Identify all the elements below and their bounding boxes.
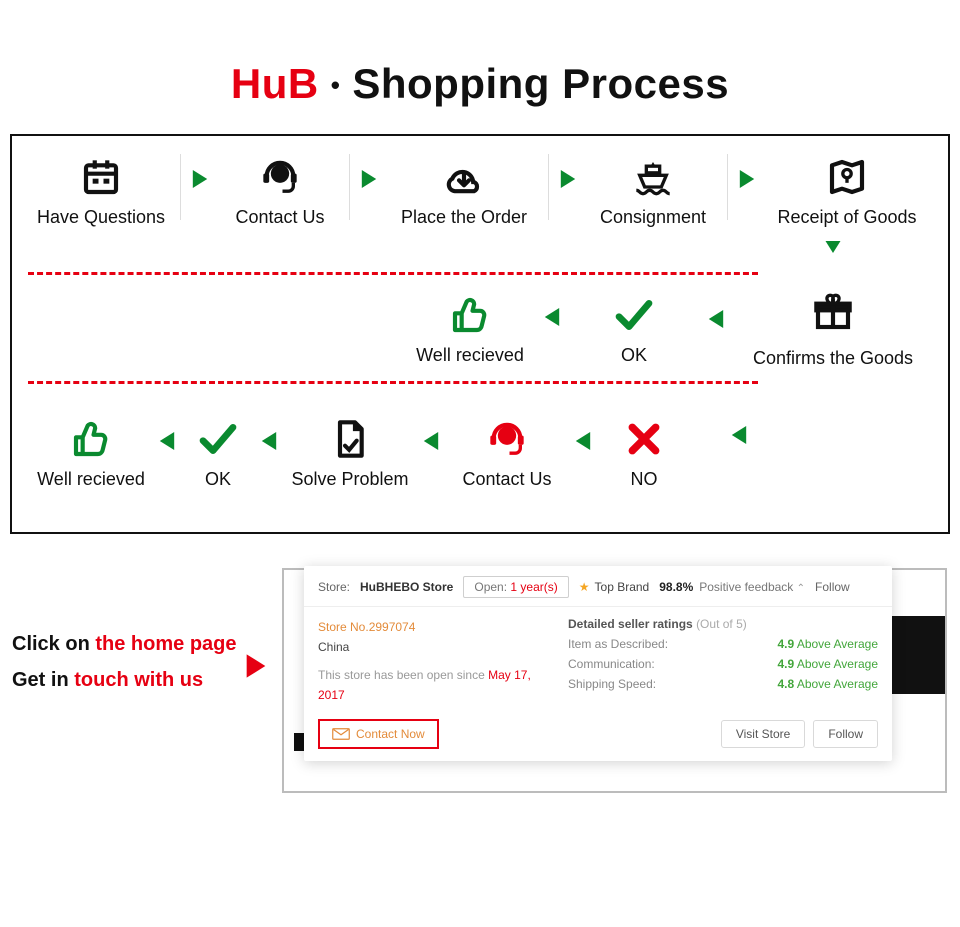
divider (548, 154, 549, 220)
step-confirms: Confirms the Goods (748, 292, 918, 369)
step-questions: Have Questions (26, 154, 176, 228)
step-label: NO (594, 468, 694, 490)
instr-2b: touch with us (74, 669, 203, 691)
top-brand-badge: ★Top Brand (579, 580, 649, 594)
arrow-left-icon (158, 430, 176, 452)
instr-1b: the home page (95, 633, 236, 655)
step-consignment: Consignment (583, 154, 723, 228)
step-order: Place the Order (384, 154, 544, 228)
thumbs-up-icon (450, 295, 490, 335)
step-label: Confirms the Goods (748, 348, 918, 369)
chevron-up-icon: ⌃ (797, 583, 805, 594)
dot-icon: • (319, 70, 353, 100)
store-info-left: Store No.2997074 China This store has be… (318, 617, 548, 705)
thumbs-up-icon (71, 419, 111, 459)
divider (349, 154, 350, 220)
arrow-down-icon (824, 236, 842, 258)
step-label: Contact Us (215, 206, 345, 228)
seller-ratings: Detailed seller ratings (Out of 5) Item … (568, 617, 878, 705)
store-header: Store: HuBHEBO Store Open: 1 year(s) ★To… (318, 576, 878, 598)
page: HuB•Shopping Process Have Questions (0, 0, 960, 927)
page-title: HuB•Shopping Process (0, 0, 960, 134)
mail-icon (332, 728, 350, 740)
process-box: Have Questions Contact Us Place the Orde… (10, 134, 950, 534)
map-pin-icon (827, 157, 867, 197)
cross-icon (624, 419, 664, 459)
brand: HuB (231, 60, 319, 107)
step-contact: Contact Us (215, 154, 345, 228)
follow-button[interactable]: Follow (813, 720, 878, 748)
store-number[interactable]: Store No.2997074 (318, 617, 548, 637)
title-rest: Shopping Process (352, 60, 729, 107)
visit-store-button[interactable]: Visit Store (721, 720, 805, 748)
cloud-download-icon (444, 157, 484, 197)
divider (180, 154, 181, 220)
rating-row: Communication:4.9 Above Average (568, 657, 878, 671)
arrow-right-icon (191, 168, 209, 190)
arrow-left-icon (543, 306, 561, 328)
follow-link[interactable]: Follow (815, 580, 850, 594)
step-contact: Contact Us (442, 416, 572, 490)
instr-1a: Click on (12, 633, 95, 655)
store-card: 心禛 Store: HuBHEBO Store Open: 1 year(s) … (282, 568, 947, 793)
arrow-left-icon (422, 430, 440, 452)
dashed-divider (28, 381, 758, 384)
process-row-3: Well recieved OK Solve Problem Contact U… (26, 416, 694, 490)
divider (304, 606, 892, 607)
process-row-2: Well recieved OK (400, 292, 728, 366)
step-no: NO (594, 416, 694, 490)
check-icon (614, 295, 654, 335)
arrow-left-icon (707, 308, 725, 330)
ratings-of: (Out of 5) (696, 617, 747, 631)
ship-icon (633, 157, 673, 197)
contact-now-button[interactable]: Contact Now (318, 719, 439, 749)
rating-row: Item as Described:4.9 Above Average (568, 637, 878, 651)
store-country: China (318, 637, 548, 657)
arrow-left-icon (730, 424, 748, 446)
gift-icon (813, 292, 853, 332)
store-opened: This store has been open since May 17, 2… (318, 665, 548, 705)
step-label: OK (178, 468, 258, 490)
ratings-title: Detailed seller ratings (568, 617, 693, 631)
step-ok: OK (178, 416, 258, 490)
step-receipt: Receipt of Goods (762, 154, 932, 228)
bottom-section: Click on the home page Get in touch with… (0, 568, 960, 808)
headset-icon (487, 419, 527, 459)
check-icon (198, 419, 238, 459)
step-label: Place the Order (384, 206, 544, 228)
arrow-right-icon (738, 168, 756, 190)
step-label: OK (564, 344, 704, 366)
divider (727, 154, 728, 220)
store-name[interactable]: HuBHEBO Store (360, 580, 453, 594)
rating-row: Shipping Speed:4.8 Above Average (568, 677, 878, 691)
step-label: Have Questions (26, 206, 176, 228)
step-label: Well recieved (26, 468, 156, 490)
open-pill: Open: 1 year(s) (463, 576, 568, 598)
arrow-right-icon (244, 652, 268, 680)
step-solve: Solve Problem (280, 416, 420, 490)
arrow-left-icon (574, 430, 592, 452)
calendar-icon (81, 157, 121, 197)
store-popover: Store: HuBHEBO Store Open: 1 year(s) ★To… (304, 566, 892, 761)
step-label: Receipt of Goods (762, 206, 932, 228)
headset-icon (260, 157, 300, 197)
arrow-right-icon (559, 168, 577, 190)
step-label: Consignment (583, 206, 723, 228)
arrow-left-icon (260, 430, 278, 452)
step-label: Solve Problem (280, 468, 420, 490)
store-label: Store: (318, 580, 350, 594)
step-well-received: Well recieved (26, 416, 156, 490)
step-label: Contact Us (442, 468, 572, 490)
arrow-right-icon (360, 168, 378, 190)
dashed-divider (28, 272, 758, 275)
instr-2a: Get in (12, 669, 74, 691)
positive-feedback[interactable]: 98.8%Positive feedback ⌃ (659, 580, 805, 594)
document-check-icon (330, 419, 370, 459)
step-label: Well recieved (400, 344, 540, 366)
process-row-1: Have Questions Contact Us Place the Orde… (26, 154, 934, 228)
star-icon: ★ (579, 580, 590, 594)
step-well-received: Well recieved (400, 292, 540, 366)
step-ok: OK (564, 292, 704, 366)
instruction-text: Click on the home page Get in touch with… (12, 626, 237, 698)
